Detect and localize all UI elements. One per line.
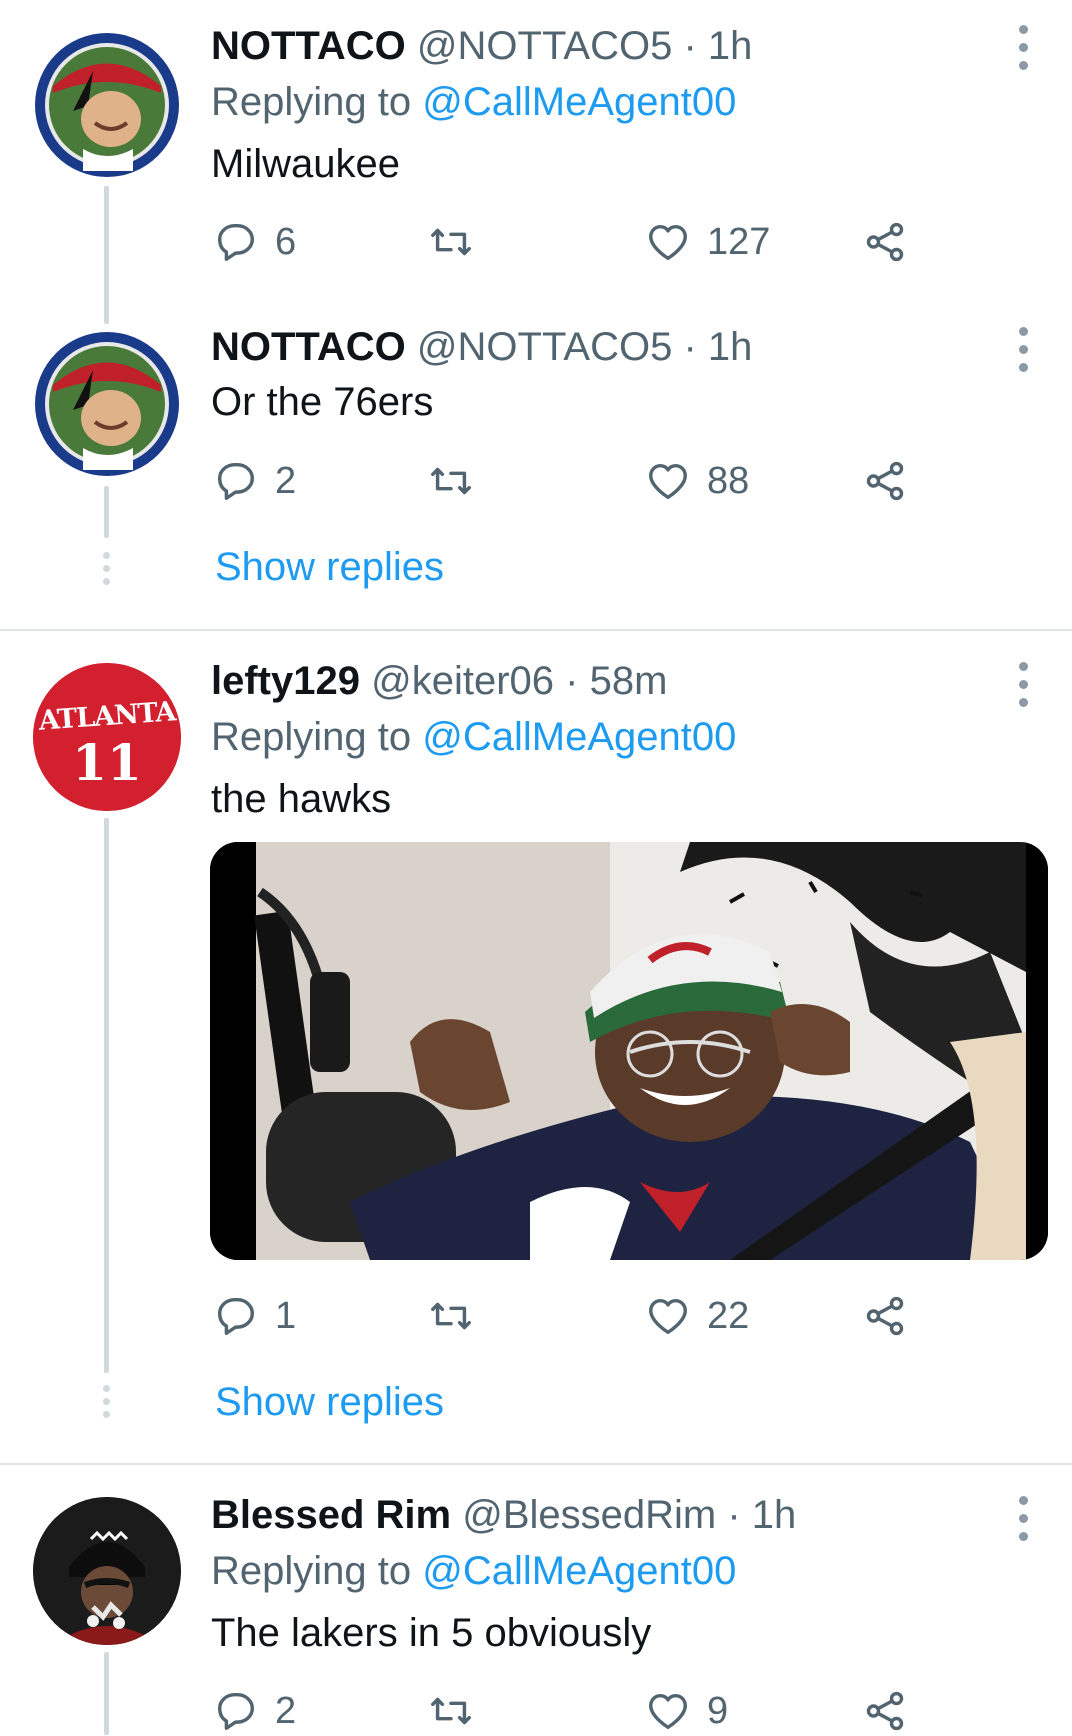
retweet-icon [431,1697,471,1725]
share-icon [866,461,904,501]
like-icon [649,224,687,261]
like-icon [649,463,687,500]
avatar-blessedrim[interactable] [33,1497,181,1645]
share-icon [866,1691,904,1731]
avatar-lefty129[interactable]: ATLANTA 11 [33,663,181,811]
like-count: 88 [707,459,750,502]
avatar-text-bottom: 11 [72,733,142,792]
tweet-header: NOTTACO @NOTTACO5 · 1h [211,22,752,70]
reply-count: 2 [275,459,297,502]
divider [0,1463,1072,1465]
like-button[interactable]: 88 [645,456,749,506]
reply-icon [217,1692,255,1730]
reply-button[interactable]: 2 [213,1686,296,1736]
tweet-text: Or the 76ers [211,380,434,424]
reply-button[interactable]: 1 [213,1291,296,1341]
display-name[interactable]: NOTTACO [211,24,406,68]
share-icon [866,222,904,262]
share-button[interactable] [862,1686,908,1736]
more-icon[interactable] [1016,327,1030,372]
replying-to-handle[interactable]: @CallMeAgent00 [422,80,736,124]
retweet-button[interactable] [428,456,490,506]
more-icon[interactable] [1016,1496,1030,1541]
replying-to: Replying to @CallMeAgent00 [211,78,736,126]
show-replies-link[interactable]: Show replies [215,1378,444,1426]
reply-count: 6 [275,220,297,263]
replying-to-label: Replying to [211,1549,412,1593]
like-count: 9 [707,1689,729,1732]
tweet-header: lefty129 @keiter06 · 58m [211,657,667,705]
avatar-nottaco[interactable] [33,330,181,478]
reply-icon [217,462,255,500]
reply-count: 1 [275,1294,297,1337]
share-button[interactable] [862,217,908,267]
like-icon [649,1298,687,1335]
like-button[interactable]: 9 [645,1686,728,1736]
reply-button[interactable]: 6 [213,217,296,267]
thread-continuation-dots [102,1385,110,1418]
retweet-icon [431,228,471,256]
replying-to-label: Replying to [211,715,412,759]
replying-to: Replying to @CallMeAgent00 [211,1547,736,1595]
tweet-header: NOTTACO @NOTTACO5 · 1h [211,323,752,371]
more-icon[interactable] [1016,25,1030,70]
thread-line [104,818,109,1373]
share-icon [866,1296,904,1336]
divider [0,629,1072,631]
timestamp[interactable]: · 1h [727,1493,796,1537]
retweet-button[interactable] [428,1291,490,1341]
thread-line [104,1652,109,1735]
user-handle[interactable]: @keiter06 [371,659,554,703]
replying-to-handle[interactable]: @CallMeAgent00 [422,715,736,759]
tweet-text: Milwaukee [211,142,400,186]
tweet-media-image[interactable] [210,842,1048,1260]
thread-line [104,486,109,538]
like-icon [649,1693,687,1730]
avatar-nottaco[interactable] [33,31,181,179]
replying-to-label: Replying to [211,80,412,124]
display-name[interactable]: lefty129 [211,659,360,703]
user-handle[interactable]: @NOTTACO5 [417,325,672,369]
display-name[interactable]: NOTTACO [211,325,406,369]
share-button[interactable] [862,1291,908,1341]
retweet-icon [431,1302,471,1330]
reply-count: 2 [275,1689,297,1732]
retweet-button[interactable] [428,1686,490,1736]
like-button[interactable]: 22 [645,1291,749,1341]
share-button[interactable] [862,456,908,506]
like-button[interactable]: 127 [645,217,770,267]
tweet-text: the hawks [211,777,392,821]
display-name[interactable]: Blessed Rim [211,1493,451,1537]
timestamp[interactable]: · 1h [683,325,752,369]
retweet-icon [431,467,471,495]
timestamp[interactable]: · 58m [565,659,667,703]
like-count: 127 [707,220,771,263]
user-handle[interactable]: @NOTTACO5 [417,24,672,68]
replying-to-handle[interactable]: @CallMeAgent00 [422,1549,736,1593]
reply-icon [217,1297,255,1335]
tweet-text: The lakers in 5 obviously [211,1611,652,1655]
user-handle[interactable]: @BlessedRim [462,1493,716,1537]
like-count: 22 [707,1294,750,1337]
more-icon[interactable] [1016,662,1030,707]
tweet-header: Blessed Rim @BlessedRim · 1h [211,1491,796,1539]
retweet-button[interactable] [428,217,490,267]
thread-line [104,186,109,324]
reply-button[interactable]: 2 [213,456,296,506]
show-replies-link[interactable]: Show replies [215,543,444,591]
replying-to: Replying to @CallMeAgent00 [211,713,736,761]
reply-icon [217,223,255,261]
thread-continuation-dots [102,552,110,585]
timestamp[interactable]: · 1h [683,24,752,68]
